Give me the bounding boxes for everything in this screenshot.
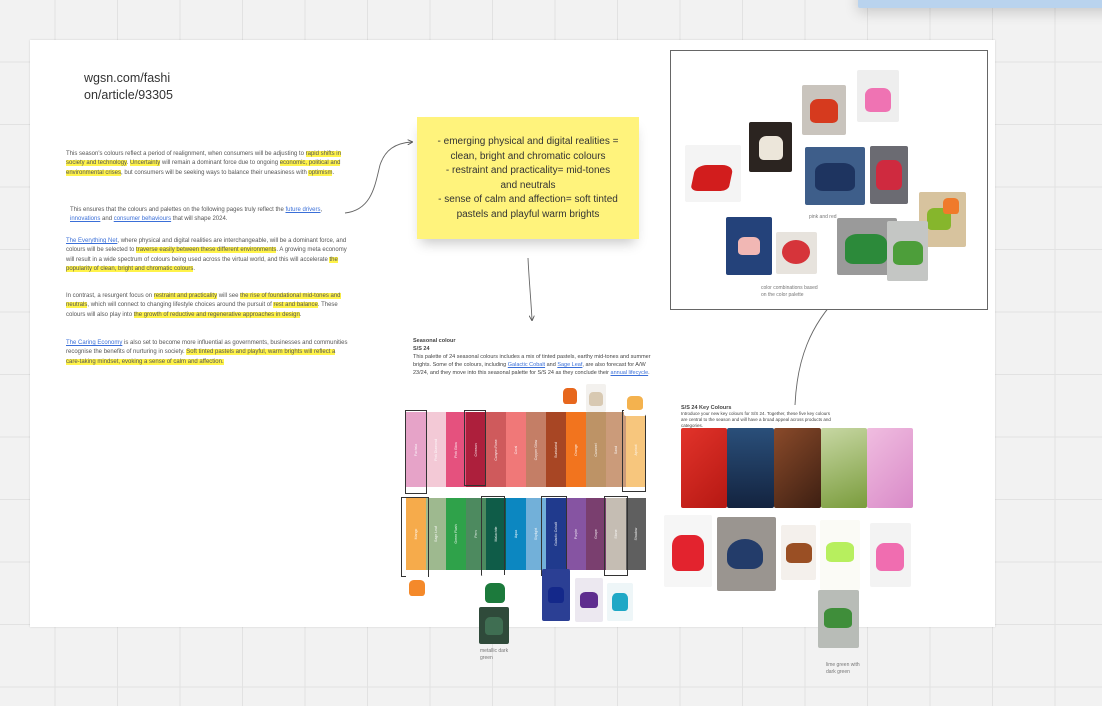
sticky-line-4: and neutrals: [500, 179, 556, 191]
seasonal-title: Seasonal colour: [413, 338, 456, 344]
red-chain-bag-photo[interactable]: [776, 232, 817, 274]
swatch-label: Fern: [474, 530, 478, 538]
pink-small-bag-photo[interactable]: [726, 217, 772, 275]
swatch-sage-leaf[interactable]: Sage Leaf: [426, 498, 446, 570]
orange-bag-thumb[interactable]: [560, 380, 580, 410]
swatch-outline: [541, 496, 567, 576]
swatch-label: Canyon Rose: [494, 438, 498, 461]
link-sage-leaf[interactable]: Sage Leaf: [557, 362, 582, 368]
swatch-label: Sunbaked: [554, 441, 558, 458]
swatch-label: Caramel: [594, 442, 598, 457]
swatch-sunbaked[interactable]: Sunbaked: [546, 412, 566, 487]
key-colour-brown-photo[interactable]: [774, 428, 821, 508]
caption-combinations[interactable]: color combinations based on the color pa…: [761, 285, 818, 299]
key-colours-body: Introduce your new key colours for S/S 2…: [681, 411, 831, 428]
swatch-outline: [622, 410, 646, 492]
key-colour-red-photo[interactable]: [681, 428, 727, 508]
swatch-outline: [464, 410, 486, 486]
caption-line: lime green with: [826, 662, 860, 668]
sticky-line-6: pastels and playful warm brights: [456, 208, 600, 220]
caption-line: on the color palette: [761, 292, 804, 298]
swatch-pink-diamond[interactable]: Pink Diamond: [426, 412, 446, 487]
metallic-green-bag-thumb[interactable]: [479, 607, 509, 644]
seasonal-colour-text[interactable]: Seasonal colour S/S 24 This palette of 2…: [413, 337, 651, 377]
swatch-copper-glow[interactable]: Copper Glow: [526, 412, 546, 487]
caption-line: green: [480, 655, 493, 661]
seasonal-subtitle: S/S 24: [413, 346, 430, 352]
sticky-line-3: - restraint and practicality= mid-tones: [445, 165, 611, 176]
swatch-label: Orange: [574, 443, 578, 456]
cobalt-bag-thumb[interactable]: [542, 569, 570, 621]
swatch-label: Skylight: [534, 527, 538, 541]
swatch-label: Pink Diamond: [434, 438, 438, 461]
swatch-shadow[interactable]: Shadow: [626, 498, 646, 570]
swatch-label: Purple: [574, 528, 578, 540]
key-colours-text[interactable]: S/S 24 Key Colours Introduce your new ke…: [681, 405, 831, 429]
lime-bag-key-photo[interactable]: [820, 520, 860, 590]
link-galactic-cobalt[interactable]: Galactic Cobalt: [508, 362, 545, 368]
swatch-label: Grape: [594, 529, 598, 539]
red-bag-photo[interactable]: [685, 145, 741, 202]
swatch-outline: [401, 497, 429, 577]
key-colour-green-photo[interactable]: [821, 428, 867, 508]
lime-patent-bag-photo[interactable]: [818, 590, 859, 648]
swatch-grape[interactable]: Grape: [586, 498, 606, 570]
caption-line: metallic dark: [480, 648, 509, 654]
caption-line: color combinations based: [761, 285, 818, 291]
link-annual-lifecycle[interactable]: annual lifecycle: [611, 370, 649, 376]
apricot-bag-thumb[interactable]: [624, 386, 646, 416]
sticky-line-1: - emerging physical and digital realitie…: [437, 136, 619, 147]
key-colour-pink-photo[interactable]: [867, 428, 913, 508]
sticky-line-5: - sense of calm and affection= soft tint…: [438, 194, 618, 205]
swatch-label: Shadow: [634, 527, 638, 541]
swatch-orange[interactable]: Orange: [566, 412, 586, 487]
caption-line: dark green: [826, 669, 850, 675]
sticky-note[interactable]: - emerging physical and digital realitie…: [417, 117, 639, 239]
caption-lime[interactable]: lime green with dark green: [826, 662, 860, 676]
swatch-pink-glow[interactable]: Pink Glow: [446, 412, 466, 487]
pink-bag-key-photo[interactable]: [870, 523, 911, 587]
swatch-label: Copper Glow: [534, 439, 538, 460]
swatch-label: Green Flash: [454, 524, 458, 544]
swatch-outline: [405, 410, 427, 494]
red-mesh-bag-photo[interactable]: [802, 85, 846, 135]
beige-bag-thumb[interactable]: [586, 384, 606, 412]
purple-bag-thumb[interactable]: [575, 578, 603, 622]
swatch-canyon-rose[interactable]: Canyon Rose: [486, 412, 506, 487]
text: .: [648, 370, 650, 376]
red-leopard-bag-photo[interactable]: [870, 146, 908, 204]
red-bag-key-photo[interactable]: [664, 515, 712, 587]
swatch-label: Aqua: [514, 529, 518, 539]
sticky-line-2: clean, bright and chromatic colours: [450, 150, 606, 162]
denim-bag-photo[interactable]: [805, 147, 865, 205]
swatch-aqua[interactable]: Aqua: [506, 498, 526, 570]
pink-bag-photo[interactable]: [857, 70, 899, 122]
key-colour-blue-photo[interactable]: [727, 428, 774, 508]
swatch-label: Pink Glow: [454, 441, 458, 458]
arrow-paragraph-to-sticky: [344, 142, 412, 214]
seasonal-body: This palette of 24 seasonal colours incl…: [413, 353, 651, 377]
brown-bag-key-photo[interactable]: [781, 525, 816, 580]
swatch-outline: [604, 496, 628, 576]
caption-pink-red[interactable]: pink and red: [809, 214, 837, 221]
text: and: [545, 362, 558, 368]
swatch-caramel[interactable]: Caramel: [586, 412, 606, 487]
swatch-coral[interactable]: Coral: [506, 412, 526, 487]
lime-bag-photo[interactable]: [887, 221, 928, 281]
teal-bag-thumb[interactable]: [607, 583, 633, 621]
blue-bag-key-photo[interactable]: [717, 517, 776, 591]
swatch-purple[interactable]: Purple: [566, 498, 586, 570]
mango-bag-thumb[interactable]: [406, 570, 428, 602]
arrow-sticky-to-palette: [527, 257, 532, 320]
arrow-keycolours-to-frame: [794, 295, 840, 406]
swatch-label: Coral: [514, 445, 518, 454]
white-bag-photo[interactable]: [749, 122, 792, 172]
swatch-outline: [481, 496, 505, 576]
swatch-green-flash[interactable]: Green Flash: [446, 498, 466, 570]
caption-metallic[interactable]: metallic dark green: [480, 648, 508, 662]
swatch-label: Sand: [614, 445, 618, 454]
swatch-label: Sage Leaf: [434, 526, 438, 542]
green-bag-thumb[interactable]: [481, 575, 509, 607]
